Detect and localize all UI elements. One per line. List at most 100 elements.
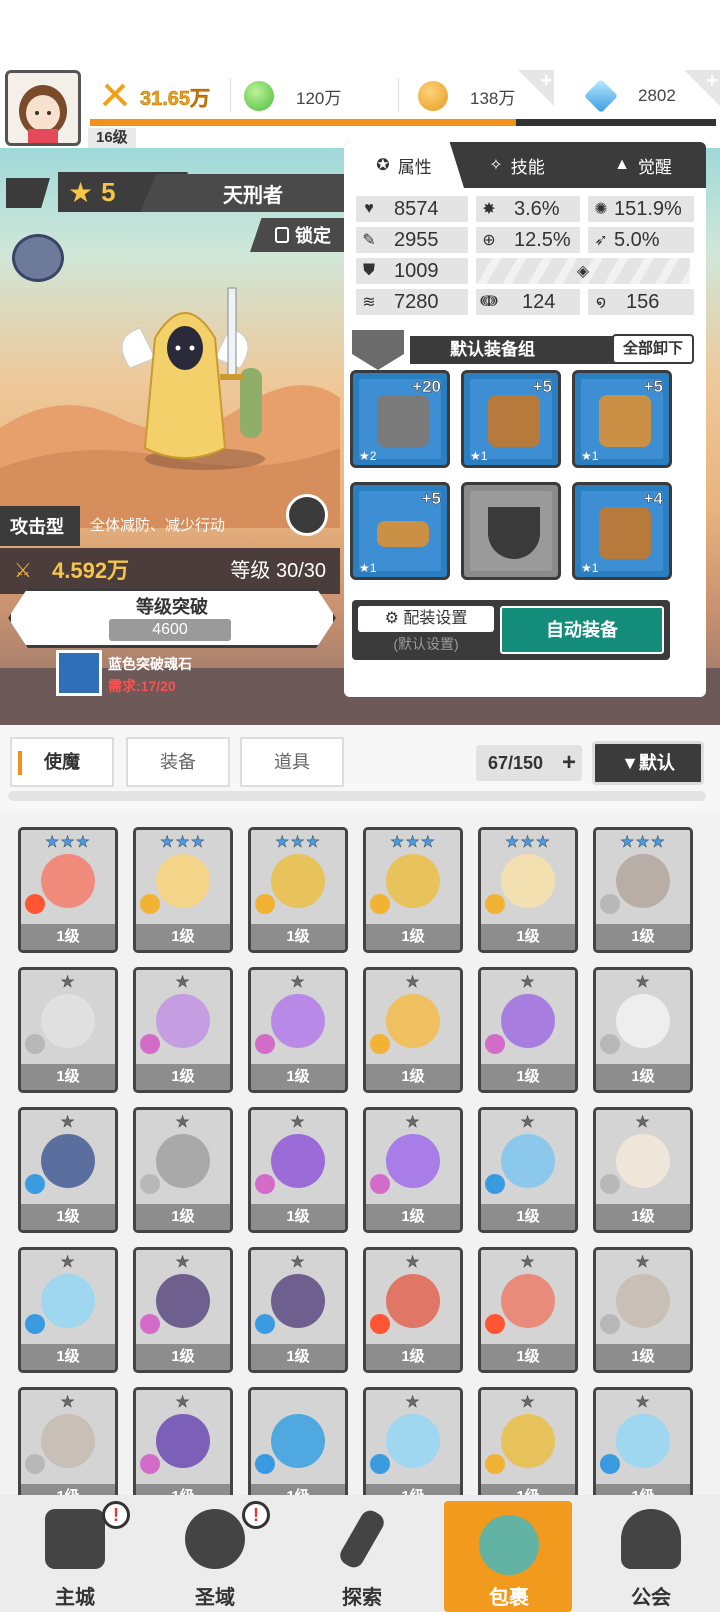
familiar-level: 1级: [481, 1204, 575, 1230]
familiar-card[interactable]: ★★★ 1级: [363, 827, 463, 953]
star-rating: ★: [405, 1114, 421, 1131]
equipment-badge-icon: [352, 330, 404, 370]
familiar-card[interactable]: ★ 1级: [18, 1107, 118, 1233]
add-gem-button[interactable]: +: [684, 70, 720, 106]
familiar-head: [501, 1414, 555, 1468]
familiar-level: 1级: [596, 1484, 690, 1495]
familiar-card[interactable]: ★ 1级: [133, 1107, 233, 1233]
tab-skills[interactable]: ✧ 技能: [454, 142, 580, 188]
familiar-card[interactable]: ★ 1级: [133, 967, 233, 1093]
element-icon: [485, 1454, 505, 1474]
familiar-card[interactable]: 1级: [248, 1387, 348, 1495]
tab-attributes[interactable]: ✪ 属性: [344, 142, 464, 188]
familiar-card[interactable]: ★ 1级: [248, 1247, 348, 1373]
familiar-card[interactable]: ★★★ 1级: [248, 827, 348, 953]
familiar-card[interactable]: ★ 1级: [133, 1387, 233, 1495]
familiar-card[interactable]: ★ 1级: [593, 967, 693, 1093]
unequip-all-button[interactable]: 全部卸下: [612, 334, 694, 364]
add-gold-button[interactable]: +: [518, 70, 554, 106]
star-rating: ★★★: [274, 834, 322, 851]
inventory-capacity[interactable]: 67/150 +: [476, 745, 582, 781]
nav-explore[interactable]: 探索: [297, 1495, 427, 1612]
stat-hidden: ◈: [476, 258, 690, 284]
tab-items[interactable]: 道具: [240, 737, 344, 787]
familiar-card[interactable]: ★★★ 1级: [593, 827, 693, 953]
familiar-card[interactable]: ★★★ 1级: [18, 827, 118, 953]
familiar-level: 1级: [366, 1064, 460, 1090]
familiar-card[interactable]: ★ 1级: [478, 1387, 578, 1495]
familiar-head: [156, 854, 210, 908]
loadout-settings-button[interactable]: ⚙ 配装设置: [358, 606, 494, 632]
element-icon: [370, 1174, 390, 1194]
familiar-card[interactable]: ★ 1级: [478, 1107, 578, 1233]
equipment-slot-belt[interactable]: +5 ★1: [350, 482, 450, 580]
tab-familiars[interactable]: 使魔: [10, 737, 114, 787]
familiar-card[interactable]: ★ 1级: [248, 1107, 348, 1233]
rank-badge-icon: [6, 178, 50, 208]
equipment-slot-weapon[interactable]: +20 ★2: [350, 370, 450, 468]
familiar-card[interactable]: ★ 1级: [363, 1107, 463, 1233]
auto-equip-button[interactable]: 自动装备: [500, 606, 664, 654]
equipment-slot-boots[interactable]: +4 ★1: [572, 482, 672, 580]
familiar-card[interactable]: ★★★ 1级: [478, 827, 578, 953]
gold-coin-icon: [418, 81, 448, 111]
familiar-card[interactable]: ★ 1级: [363, 1247, 463, 1373]
hero-power: 4.592万: [52, 558, 130, 583]
familiar-portrait: ★: [251, 970, 345, 1064]
nav-main-city[interactable]: ! 主城: [10, 1495, 140, 1612]
familiar-portrait: ★: [596, 1390, 690, 1484]
familiar-level: 1级: [21, 1484, 115, 1495]
equipment-slot-necklace-empty[interactable]: [461, 482, 561, 580]
heart-icon: ♥: [364, 200, 374, 217]
familiar-card[interactable]: ★ 1级: [18, 1387, 118, 1495]
element-icon: [140, 894, 160, 914]
switch-hero-button[interactable]: [286, 494, 328, 536]
nav-sanctuary[interactable]: ! 圣域: [150, 1495, 280, 1612]
nav-guild[interactable]: 公会: [586, 1495, 716, 1612]
bottom-navigation: ! 主城 ! 圣域 探索 包裹 公会: [0, 1495, 720, 1612]
element-icon: [370, 1034, 390, 1054]
familiar-head: [501, 1134, 555, 1188]
skin-button[interactable]: [12, 234, 64, 282]
familiar-portrait: ★: [21, 1250, 115, 1344]
star-rating: ★: [290, 974, 306, 991]
equipment-slot-helmet[interactable]: +5 ★1: [461, 370, 561, 468]
familiar-card[interactable]: ★★★ 1级: [133, 827, 233, 953]
star-rating: ★: [520, 1254, 536, 1271]
sort-dropdown[interactable]: ▼默认: [592, 741, 704, 785]
familiar-card[interactable]: ★ 1级: [18, 967, 118, 1093]
tab-equipment[interactable]: 装备: [126, 737, 230, 787]
familiar-level: 1级: [596, 1204, 690, 1230]
familiar-head: [501, 994, 555, 1048]
familiar-card[interactable]: ★ 1级: [478, 1247, 578, 1373]
lock-button[interactable]: 锁定: [250, 218, 346, 252]
element-icon: [25, 1314, 45, 1334]
divider: [398, 78, 399, 112]
familiar-portrait: ★: [481, 1110, 575, 1204]
familiar-card[interactable]: ★ 1级: [478, 967, 578, 1093]
familiar-card[interactable]: ★ 1级: [593, 1387, 693, 1495]
familiar-card[interactable]: ★ 1级: [593, 1107, 693, 1233]
familiar-card[interactable]: ★ 1级: [18, 1247, 118, 1373]
player-avatar[interactable]: [5, 70, 81, 146]
alert-badge: !: [242, 1501, 270, 1529]
equipment-group-header: 默认装备组 全部卸下: [344, 330, 706, 370]
element-icon: [370, 1314, 390, 1334]
stat-crit-damage: ✺ 151.9%: [588, 196, 694, 222]
star-rating: ★: [635, 1114, 651, 1131]
tab-awaken[interactable]: ▲ 觉醒: [580, 142, 706, 188]
stat-defense: ⛊ 1009: [356, 258, 468, 284]
familiar-card[interactable]: ★ 1级: [133, 1247, 233, 1373]
familiar-card[interactable]: ★ 1级: [363, 1387, 463, 1495]
familiar-card[interactable]: ★ 1级: [248, 967, 348, 1093]
element-icon: [255, 1034, 275, 1054]
familiar-portrait: ★★★: [136, 830, 230, 924]
familiar-portrait: ★: [136, 970, 230, 1064]
level-breakthrough-button[interactable]: 等级突破 4600: [8, 588, 336, 648]
breakthrough-material[interactable]: 蓝色突破魂石 需求:17/20: [54, 648, 284, 698]
familiar-card[interactable]: ★ 1级: [363, 967, 463, 1093]
equipment-slot-armor[interactable]: +5 ★1: [572, 370, 672, 468]
familiar-card[interactable]: ★ 1级: [593, 1247, 693, 1373]
nav-bag[interactable]: 包裹: [444, 1501, 572, 1612]
stat-row: ✎ 2955 ⊕ 12.5% ➶ 5.0%: [356, 227, 702, 253]
